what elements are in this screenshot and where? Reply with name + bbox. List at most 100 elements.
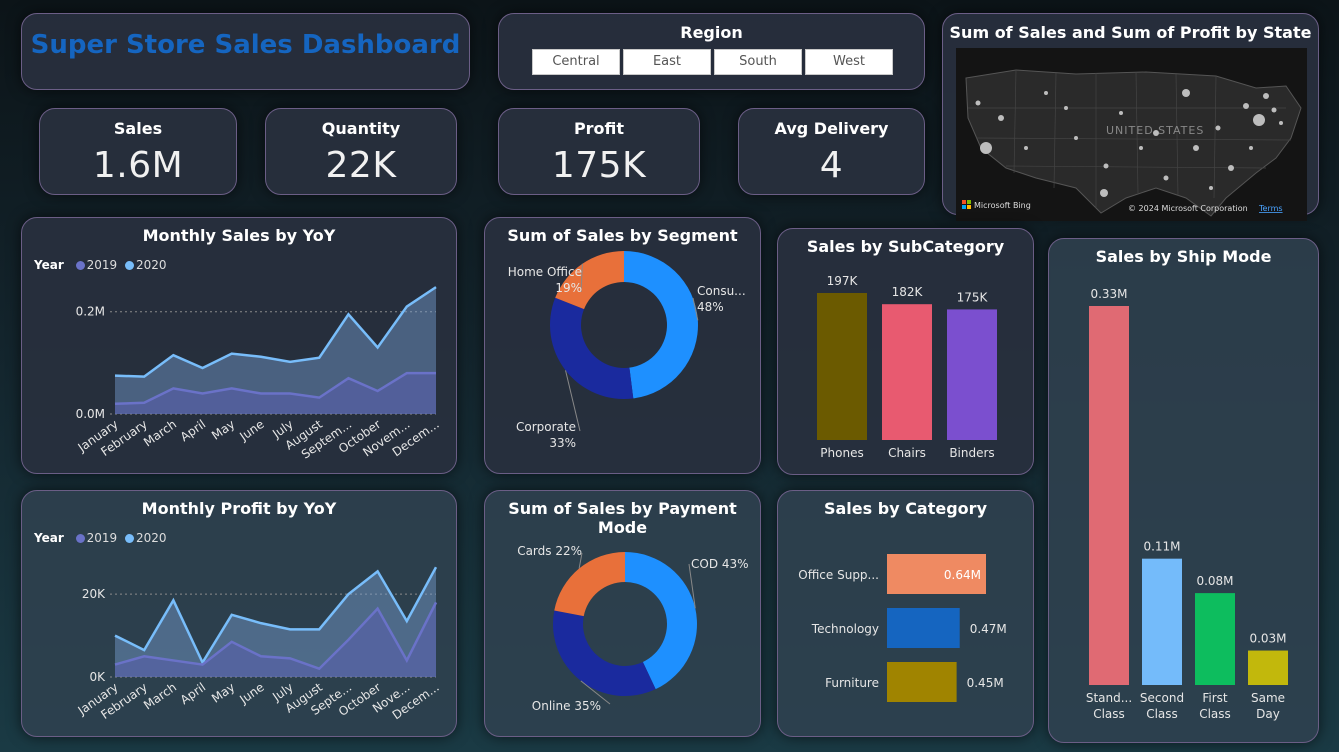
x-tick-label: Stand... bbox=[1086, 691, 1132, 705]
slice-label: Online 35% bbox=[532, 699, 601, 713]
bar bbox=[1142, 558, 1182, 685]
x-tick-label: Second bbox=[1140, 691, 1184, 705]
x-tick-label: Same bbox=[1251, 691, 1285, 705]
data-label: 175K bbox=[957, 290, 989, 304]
y-tick-label: 0.2M bbox=[76, 305, 105, 319]
slice-label: Consu... bbox=[697, 284, 746, 298]
x-tick-label: April bbox=[178, 417, 209, 444]
y-tick-label: Technology bbox=[811, 622, 879, 636]
dashboard-title: Super Store Sales Dashboard bbox=[30, 30, 461, 60]
slice-label: 48% bbox=[697, 300, 724, 314]
map-title: Sum of Sales and Sum of Profit by State bbox=[949, 23, 1312, 42]
kpi-delivery-card: Avg Delivery 4 bbox=[738, 108, 925, 195]
payment-donut-chart[interactable]: COD 43% Online 35% Cards 22% bbox=[485, 491, 762, 738]
monthly-profit-card: Monthly Profit by YoY Year 2019 2020 0K 2… bbox=[21, 490, 457, 737]
data-label: 0.03M bbox=[1249, 632, 1286, 646]
bar bbox=[1089, 306, 1129, 685]
x-tick-label: April bbox=[178, 680, 209, 707]
y-tick-label: 0.0M bbox=[76, 407, 105, 421]
bar bbox=[1195, 593, 1235, 685]
kpi-sales-label: Sales bbox=[113, 119, 163, 138]
map-view[interactable]: UNITED STATES Microsoft Bing © 2024 Micr… bbox=[956, 48, 1307, 221]
kpi-quantity-label: Quantity bbox=[321, 119, 401, 138]
region-option-west[interactable]: West bbox=[805, 49, 893, 75]
bar bbox=[882, 304, 932, 440]
segment-card: Sum of Sales by Segment Consu... 48% Corpo… bbox=[484, 217, 761, 474]
monthly-sales-card: Monthly Sales by YoY Year 2019 2020 0.0M… bbox=[21, 217, 457, 474]
category-bar-chart[interactable]: Office Supp... 0.64M Technology 0.47M Furnit… bbox=[778, 491, 1035, 738]
segment-donut-chart[interactable]: Consu... 48% Corporate 33% Home Office 19% bbox=[485, 218, 762, 475]
slice-label: 33% bbox=[549, 436, 576, 450]
kpi-sales-card: Sales 1.6M bbox=[39, 108, 237, 195]
x-tick-label: Class bbox=[1199, 707, 1231, 721]
subcategory-card: Sales by SubCategory 197K Phones 182K Chair… bbox=[777, 228, 1034, 475]
x-tick-label: May bbox=[209, 680, 237, 706]
bar bbox=[887, 662, 957, 702]
region-option-east[interactable]: East bbox=[623, 49, 711, 75]
bar bbox=[817, 293, 867, 440]
slice-label: Cards 22% bbox=[517, 544, 582, 558]
map-card: Sum of Sales and Sum of Profit by State … bbox=[942, 13, 1319, 221]
bar bbox=[1248, 650, 1288, 685]
x-tick-label: Class bbox=[1146, 707, 1178, 721]
monthly-sales-chart[interactable]: 0.0M0.2MJanuaryFebruaryMarchApril May June… bbox=[22, 218, 458, 475]
data-label: 0.33M bbox=[1090, 287, 1127, 301]
x-tick-label: Binders bbox=[949, 446, 994, 460]
map-copyright: © 2024 Microsoft Corporation bbox=[1128, 204, 1248, 213]
kpi-profit-card: Profit 175K bbox=[498, 108, 700, 195]
payment-card: Sum of Sales by Payment Mode COD 43% Onli… bbox=[484, 490, 761, 737]
x-tick-label: May bbox=[209, 417, 237, 443]
x-tick-label: March bbox=[141, 680, 179, 712]
x-tick-label: Class bbox=[1093, 707, 1125, 721]
shipmode-bar-chart[interactable]: 0.33M Stand... Class 0.11M Second Class 0.08M F… bbox=[1049, 239, 1320, 744]
kpi-sales-value: 1.6M bbox=[92, 145, 184, 186]
data-label: 0.47M bbox=[970, 622, 1007, 636]
map-terms-link: Terms bbox=[1258, 204, 1283, 213]
y-tick-label: Furniture bbox=[825, 676, 879, 690]
donut-slice bbox=[624, 251, 699, 399]
slice-label: COD 43% bbox=[691, 557, 749, 571]
donut-slice bbox=[554, 552, 625, 617]
data-label: 0.11M bbox=[1143, 540, 1180, 554]
y-tick-label: Office Supp... bbox=[798, 568, 879, 582]
x-tick-label: First bbox=[1202, 691, 1228, 705]
kpi-quantity-card: Quantity 22K bbox=[265, 108, 457, 195]
map-bing-label: Microsoft Bing bbox=[974, 201, 1031, 210]
x-tick-label: June bbox=[236, 680, 266, 707]
region-slicer-label: Region bbox=[680, 23, 743, 42]
x-tick-label: Phones bbox=[820, 446, 863, 460]
data-label: 0.45M bbox=[967, 676, 1004, 690]
x-tick-label: Chairs bbox=[888, 446, 926, 460]
kpi-profit-label: Profit bbox=[573, 119, 625, 138]
y-tick-label: 20K bbox=[82, 587, 106, 601]
us-map-graphic: UNITED STATES Microsoft Bing © 2024 Micr… bbox=[962, 69, 1302, 217]
kpi-delivery-label: Avg Delivery bbox=[774, 119, 889, 138]
data-label: 197K bbox=[827, 274, 859, 288]
kpi-quantity-value: 22K bbox=[325, 145, 397, 186]
kpi-profit-value: 175K bbox=[551, 145, 647, 186]
y-tick-label: 0K bbox=[89, 670, 106, 684]
data-label: 0.08M bbox=[1196, 574, 1233, 588]
kpi-delivery-value: 4 bbox=[819, 145, 844, 186]
bar bbox=[947, 309, 997, 440]
region-option-south[interactable]: South bbox=[714, 49, 802, 75]
donut-slice bbox=[553, 610, 656, 696]
monthly-profit-chart[interactable]: 0K20KJanuaryFebruaryMarchApril May June Jul… bbox=[22, 491, 458, 738]
data-label: 0.64M bbox=[944, 568, 981, 582]
slice-label: 19% bbox=[555, 281, 582, 295]
shipmode-card: Sales by Ship Mode 0.33M Stand... Class 0.1… bbox=[1048, 238, 1319, 743]
x-tick-label: March bbox=[141, 417, 179, 449]
map-country-label: UNITED STATES bbox=[1106, 124, 1204, 137]
x-tick-label: June bbox=[236, 417, 266, 444]
subcategory-bar-chart[interactable]: 197K Phones 182K Chairs 175K Binders bbox=[778, 229, 1035, 476]
slice-label: Corporate bbox=[516, 420, 576, 434]
bar bbox=[887, 608, 960, 648]
title-card: Super Store Sales Dashboard bbox=[21, 13, 470, 90]
slice-label: Home Office bbox=[508, 265, 582, 279]
donut-slice bbox=[550, 297, 634, 399]
region-option-central[interactable]: Central bbox=[532, 49, 620, 75]
region-slicer: Region Central East South West bbox=[498, 13, 925, 90]
data-label: 182K bbox=[892, 285, 924, 299]
category-card: Sales by Category Office Supp... 0.64M Tec… bbox=[777, 490, 1034, 737]
x-tick-label: Day bbox=[1256, 707, 1280, 721]
